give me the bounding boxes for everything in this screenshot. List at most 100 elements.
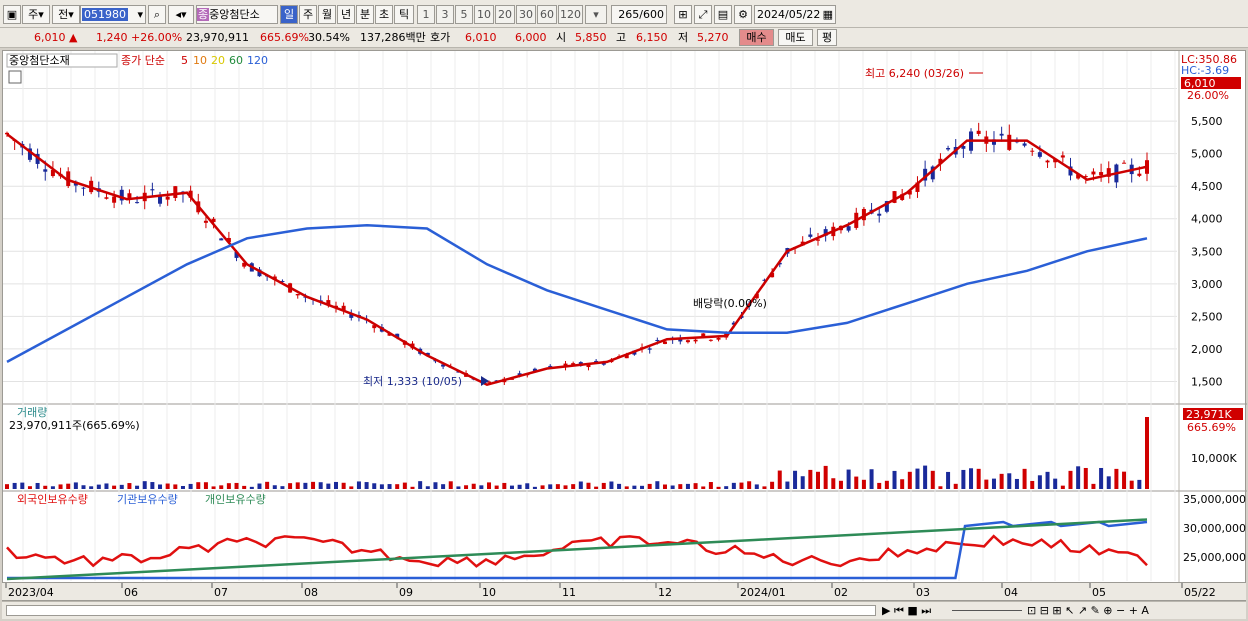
volume-bar [35, 482, 40, 489]
buy-button[interactable]: 매수 [739, 29, 774, 46]
holding-axis-30m: 30,000,000 [1183, 522, 1246, 535]
volume-bar [272, 485, 277, 489]
volume-bar [884, 480, 889, 489]
legend-foreign: 외국인보유수량 [17, 493, 88, 506]
interval-dropdown[interactable]: ▾ [585, 5, 607, 24]
volume-bar [838, 480, 843, 489]
period-year[interactable]: 년 [337, 5, 355, 24]
prev-select[interactable]: 전▾ [52, 5, 80, 24]
x-axis-label: 2024/01 [740, 586, 786, 599]
chart-area[interactable]: 1,500 2,000 2,500 3,000 3,500 4,000 4,500 5,000… [2, 50, 1247, 601]
volume-bar [685, 483, 690, 489]
market-select[interactable]: 주▾ [22, 5, 50, 24]
volume-bar [640, 485, 645, 489]
holding-axis-35m: 35,000,000 [1183, 493, 1246, 506]
volume-bar [471, 483, 476, 489]
volume-bar [318, 482, 323, 489]
volume-bar [1045, 471, 1050, 489]
interval-120[interactable]: 120 [558, 5, 583, 24]
stock-code-input[interactable]: 051980 ▾ [80, 5, 146, 24]
chart-svg[interactable]: 1,500 2,000 2,500 3,000 3,500 4,000 4,500 5,000… [3, 51, 1247, 583]
volume-bar [1145, 417, 1149, 489]
open-label: 시 [556, 31, 567, 44]
grid-toggle-icon[interactable] [8, 70, 22, 84]
volume-bar [609, 481, 614, 489]
volume-bar [946, 471, 951, 489]
volume-bar [494, 485, 499, 489]
price-change-pct: +26.00% [131, 31, 183, 44]
period-week[interactable]: 주 [299, 5, 317, 24]
period-tick[interactable]: 틱 [394, 5, 414, 24]
window-icon[interactable]: ▣ [3, 5, 21, 24]
high-label: 고 [616, 31, 627, 44]
date-input[interactable]: 2024/05/22 ▦ [754, 5, 836, 24]
volume-bar [219, 485, 224, 489]
stock-name-field[interactable]: 종중앙첨단소 [196, 5, 278, 24]
volume-bar [165, 483, 170, 489]
period-month[interactable]: 월 [318, 5, 336, 24]
volume-bar [517, 484, 522, 489]
volume-bar [1030, 480, 1035, 489]
avg-button[interactable]: 평 [817, 29, 837, 46]
interval-20[interactable]: 20 [495, 5, 515, 24]
calendar-icon[interactable]: ▦ [823, 6, 835, 23]
period-day[interactable]: 일 [280, 5, 298, 24]
volume-bar [311, 481, 316, 489]
volume-bar [1129, 480, 1134, 489]
tool-icon[interactable]: ⤢ [694, 5, 712, 24]
volume-bar [1106, 476, 1111, 489]
zoom-slider[interactable] [952, 610, 1022, 611]
search-icon[interactable]: ⌕ [148, 5, 166, 24]
volume-bar [104, 483, 109, 489]
interval-1[interactable]: 1 [417, 5, 435, 24]
volume-bar [135, 485, 140, 489]
price-axis-tick: 4,500 [1191, 180, 1223, 193]
volume-bar [402, 482, 407, 489]
speaker-icon[interactable]: ◂▾ [168, 5, 194, 24]
low-annotation: 최저 1,333 (10/05) [363, 375, 462, 388]
period-minute[interactable]: 분 [356, 5, 374, 24]
interval-10[interactable]: 10 [474, 5, 494, 24]
volume-bar [854, 476, 859, 489]
x-axis-label: 04 [1004, 586, 1018, 599]
price-axis-tick: 5,500 [1191, 115, 1223, 128]
ma-line-120 [6, 223, 1148, 363]
volume-bar [58, 484, 63, 489]
volume-bar [777, 470, 782, 489]
chart-tools-icon[interactable]: ⊡ ⊟ ⊞ ↖ ↗ ✎ ⊕ − + A [1027, 604, 1149, 617]
candle-body [846, 226, 851, 231]
interval-3[interactable]: 3 [436, 5, 454, 24]
period-second[interactable]: 초 [375, 5, 393, 24]
volume-bar [188, 483, 193, 489]
settings-icon[interactable]: ⚙ [734, 5, 752, 24]
sell-button[interactable]: 매도 [778, 29, 813, 46]
volume-bar [831, 478, 836, 489]
volume-bar [395, 484, 400, 489]
candle-body [219, 238, 224, 241]
x-axis-label: 11 [562, 586, 576, 599]
volume-bar [265, 481, 270, 489]
volume-bar [861, 479, 866, 489]
legend-institution: 기관보유수량 [117, 493, 178, 506]
interval-60[interactable]: 60 [537, 5, 557, 24]
volume-bar [96, 484, 101, 489]
count-input[interactable]: 265/600 [611, 5, 667, 24]
candle-body [662, 341, 667, 344]
current-pct-tag: 26.00% [1187, 89, 1229, 102]
volume-bar [326, 483, 331, 489]
high-annotation: 최고 6,240 (03/26) [865, 67, 964, 80]
main-toolbar: ▣ 주▾ 전▾ 051980 ▾ ⌕ ◂▾ 종중앙첨단소 일 주 월 년 분 초 … [0, 0, 1248, 28]
ma-line-5 [6, 133, 1148, 387]
chart-scrollbar[interactable]: ▶ ⏮ ■ ⏭ ⊡ ⊟ ⊞ ↖ ↗ ✎ ⊕ − + A [2, 601, 1246, 619]
interval-30[interactable]: 30 [516, 5, 536, 24]
scroll-track[interactable] [6, 605, 876, 616]
volume-bar [502, 482, 507, 489]
interval-5[interactable]: 5 [455, 5, 473, 24]
candle-body [81, 187, 86, 189]
scroll-play-icon[interactable]: ▶ ⏮ ■ ⏭ [882, 604, 931, 618]
candle-body [693, 339, 698, 342]
indicator-icon[interactable]: ⊞ [674, 5, 692, 24]
volume-bar [464, 485, 469, 489]
volume-axis-10000k: 10,000K [1191, 452, 1237, 465]
save-icon[interactable]: ▤ [714, 5, 732, 24]
